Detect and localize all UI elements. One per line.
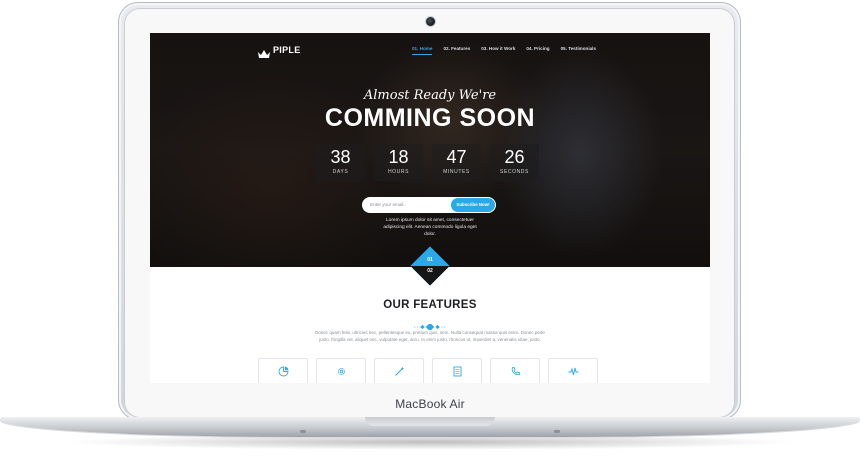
indicator-next: 02 (427, 268, 433, 274)
site-logo[interactable]: PIPLE (258, 45, 301, 58)
feature-card[interactable] (374, 358, 424, 383)
laptop-foot (300, 430, 306, 433)
countdown-value: 18 (388, 147, 409, 167)
crown-icon (258, 46, 270, 58)
countdown-value: 38 (330, 147, 351, 167)
laptop-brand-label: MacBook Air (395, 397, 465, 411)
phone-icon (511, 367, 520, 376)
divider-ornament (414, 317, 446, 332)
hero-headline: COMMING SOON (324, 104, 536, 132)
hero-description: Lorem ipsum dolor sit amet, consectetuer… (383, 218, 477, 237)
indicator-current: 01 (427, 257, 433, 263)
hero-tagline: Almost Ready We're (363, 88, 497, 103)
countdown-value: 47 (446, 147, 467, 167)
nav-item-testimonials[interactable]: 05. Testimonials (561, 46, 596, 55)
features-title: OUR FEATURES (383, 299, 477, 311)
countdown-label: SECONDS (500, 169, 529, 175)
laptop-opening-notch (365, 417, 495, 426)
nav-item-how-it-work[interactable]: 03. How it Work (481, 46, 515, 55)
countdown-hours: 18 HOURS (374, 144, 423, 181)
features-description: Donec quam felis, ultricies nec, pellent… (315, 330, 545, 342)
camera-icon (426, 17, 435, 26)
chart-pie-icon (278, 366, 289, 377)
countdown-days: 38 DAYS (316, 144, 365, 181)
countdown-label: MINUTES (443, 169, 470, 175)
countdown-minutes: 47 MINUTES (432, 144, 481, 181)
feature-card[interactable] (316, 358, 366, 383)
countdown-label: HOURS (387, 169, 410, 175)
feature-card[interactable] (548, 358, 598, 383)
countdown-value: 26 (504, 147, 525, 167)
email-input[interactable]: Enter your email.. (370, 202, 406, 207)
nav-item-features[interactable]: 02. Features (443, 46, 470, 55)
subscribe-form: Enter your email.. Subscribe Now! (362, 197, 496, 213)
feature-cards (258, 358, 598, 383)
nav-item-home[interactable]: 01. Home (412, 46, 433, 55)
pulse-icon (568, 367, 579, 376)
gear-icon (338, 368, 345, 375)
laptop-foot (554, 430, 560, 433)
subscribe-button[interactable]: Subscribe Now! (451, 198, 495, 212)
countdown-timer: 38 DAYS 18 HOURS 47 MINUTES 26 SECONDS (316, 144, 539, 181)
feature-card[interactable] (490, 358, 540, 383)
countdown-seconds: 26 SECONDS (490, 144, 539, 181)
feature-card[interactable] (432, 358, 482, 383)
feature-card[interactable] (258, 358, 308, 383)
main-nav: 01. Home 02. Features 03. How it Work 04… (412, 46, 596, 55)
logo-text: PIPLE (273, 45, 301, 55)
laptop-screen: PIPLE 01. Home 02. Features 03. How it W… (150, 33, 710, 383)
document-icon (453, 366, 462, 377)
countdown-label: DAYS (332, 169, 349, 175)
magic-wand-icon (395, 366, 405, 376)
nav-item-pricing[interactable]: 04. Pricing (526, 46, 549, 55)
